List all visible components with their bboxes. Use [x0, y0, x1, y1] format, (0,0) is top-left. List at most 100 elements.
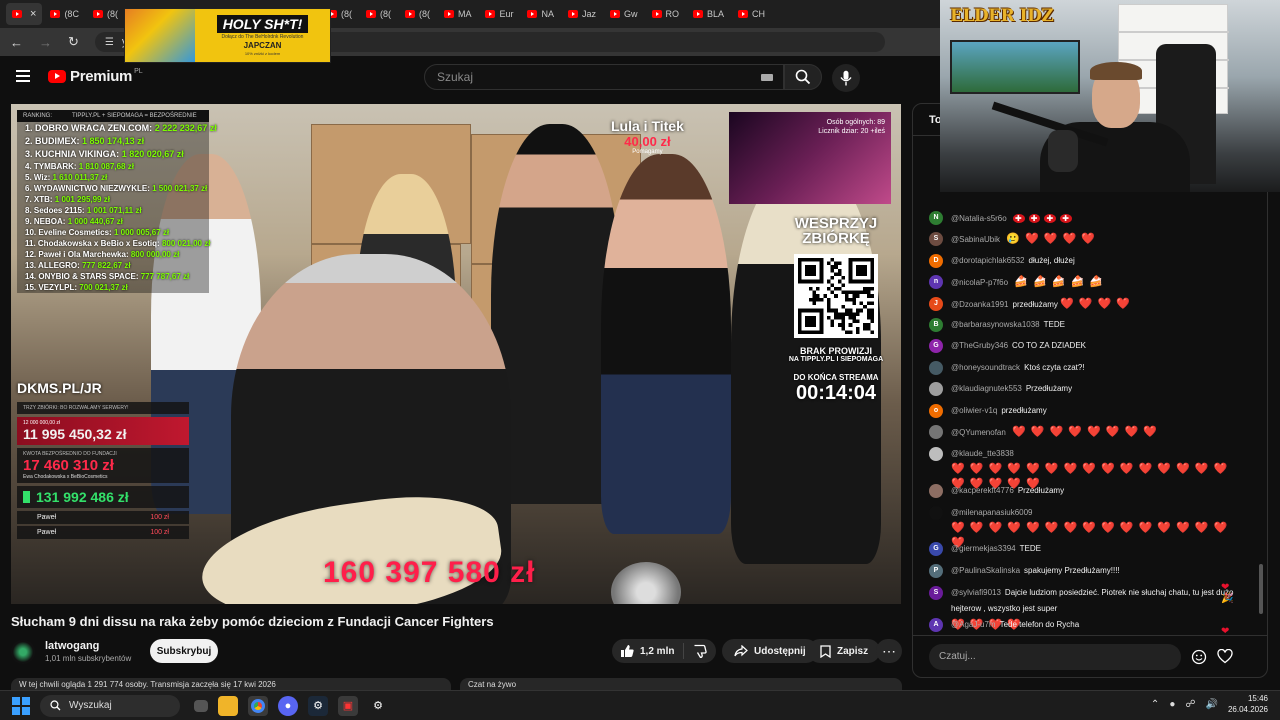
chat-avatar[interactable]: [929, 425, 943, 439]
browser-tab[interactable]: RO: [646, 3, 686, 25]
close-icon[interactable]: ×: [30, 8, 36, 20]
browser-tab[interactable]: NA: [521, 3, 560, 25]
keyboard-icon[interactable]: [761, 74, 773, 81]
search-input[interactable]: [437, 70, 737, 84]
chat-avatar[interactable]: G: [929, 542, 943, 556]
reload-icon[interactable]: ↻: [68, 34, 79, 50]
network-icon[interactable]: ☍: [1185, 699, 1195, 710]
site-info-icon[interactable]: ☰: [105, 37, 114, 48]
chat-author[interactable]: @Natalia-s5r6o: [951, 214, 1007, 223]
chat-author[interactable]: @klaude_tte3838: [951, 449, 1014, 458]
video-player[interactable]: RANKING: TIPPLY.PL + SIEPOMAGA = BEZPOŚR…: [11, 104, 901, 604]
chat-author[interactable]: @milenapanasiuk6009: [951, 508, 1033, 517]
file-explorer-icon[interactable]: [218, 695, 238, 716]
chat-avatar[interactable]: A: [929, 618, 943, 632]
chrome-icon[interactable]: [248, 695, 268, 716]
save-button[interactable]: Zapisz: [808, 639, 881, 663]
clock[interactable]: 15:46 26.04.2026: [1228, 693, 1268, 715]
chat-avatar-initial: S: [933, 589, 939, 596]
browser-tab[interactable]: MA: [438, 3, 478, 25]
chat-avatar[interactable]: [929, 382, 943, 396]
live-chat-tab[interactable]: Czat na żywo: [460, 678, 902, 690]
browser-tab[interactable]: (8(: [87, 3, 124, 25]
chat-author[interactable]: @kacperekft4776: [951, 486, 1014, 495]
steam-icon[interactable]: ⚙: [308, 695, 328, 716]
chat-avatar[interactable]: [929, 484, 943, 498]
browser-tab[interactable]: (8(: [399, 3, 436, 25]
taskbar-search[interactable]: Wyszukaj: [40, 694, 180, 717]
chat-author[interactable]: @klaudiagnutek553: [951, 384, 1022, 393]
donor-row: Paweł 100 zł: [17, 511, 189, 524]
subscribe-button[interactable]: Subskrybuj: [150, 639, 218, 663]
browser-tab[interactable]: Jaz: [562, 3, 602, 25]
browser-tab[interactable]: Eur: [479, 3, 519, 25]
system-tray: ⌃ ● ☍ 🔊 15:46 26.04.2026: [1151, 693, 1268, 715]
browser-tab[interactable]: BLA: [687, 3, 730, 25]
chat-input[interactable]: [929, 643, 1181, 670]
browser-tab[interactable]: Gw: [604, 3, 644, 25]
share-button[interactable]: Udostępnij: [722, 639, 818, 663]
chat-avatar[interactable]: G: [929, 339, 943, 353]
chat-scrollbar[interactable]: [1259, 564, 1263, 614]
ad-banner[interactable]: HOLY SH*T! Dołącz do The BeHolrdnk Revol…: [124, 8, 331, 63]
microphone-tray-icon[interactable]: ●: [1169, 699, 1175, 710]
menu-icon[interactable]: [16, 70, 30, 82]
chat-avatar[interactable]: n: [929, 275, 943, 289]
chat-avatar[interactable]: D: [929, 254, 943, 268]
heart-icon[interactable]: [1217, 649, 1233, 664]
chat-avatar[interactable]: B: [929, 318, 943, 332]
settings-icon[interactable]: ⚙: [368, 696, 388, 716]
chat-avatar[interactable]: P: [929, 564, 943, 578]
voice-search-button[interactable]: [832, 64, 860, 92]
browser-tab[interactable]: ×: [6, 3, 43, 25]
task-view-icon[interactable]: [194, 699, 208, 712]
chat-author[interactable]: @honeysoundtrack: [951, 363, 1020, 372]
discord-icon[interactable]: ●: [278, 695, 298, 716]
chat-author[interactable]: @SabinaUbik: [951, 235, 1000, 244]
chat-author[interactable]: @Dzoanka1991: [951, 300, 1009, 309]
chat-avatar-initial: G: [933, 342, 939, 349]
chat-author[interactable]: @AgaJ-u7m: [951, 620, 996, 629]
chat-author[interactable]: @giermekjas3394: [951, 544, 1016, 553]
search-button[interactable]: [784, 64, 822, 90]
emoji-icon[interactable]: [1191, 649, 1207, 665]
more-actions-button[interactable]: ⋯: [876, 639, 902, 663]
browser-tab[interactable]: (8C: [44, 3, 85, 25]
youtube-logo[interactable]: Premium PL: [48, 68, 143, 85]
ranking-amount: 1 850 174,13 zł: [82, 136, 145, 146]
chat-avatar[interactable]: N: [929, 211, 943, 225]
forward-icon[interactable]: →: [39, 35, 52, 50]
back-icon[interactable]: ←: [10, 35, 23, 50]
chat-author[interactable]: @dorotapichlak6532: [951, 256, 1025, 265]
channel-avatar[interactable]: [11, 640, 35, 664]
video-title: Słucham 9 dni dissu na raka żeby pomóc d…: [11, 614, 494, 629]
like-button[interactable]: 1,2 mln: [612, 643, 684, 659]
start-button[interactable]: [12, 696, 30, 715]
youtube-play-icon: [48, 70, 66, 83]
dislike-button[interactable]: [684, 644, 716, 658]
chevron-up-icon[interactable]: ⌃: [1151, 699, 1159, 710]
chat-avatar[interactable]: o: [929, 404, 943, 418]
chat-author[interactable]: @QYumenofan: [951, 428, 1006, 437]
channel-name[interactable]: latwogang: [45, 640, 99, 652]
chat-author[interactable]: @nicolaP-p7f6o: [951, 278, 1008, 287]
chat-avatar[interactable]: [929, 447, 943, 461]
volume-icon[interactable]: 🔊: [1206, 699, 1218, 710]
chat-avatar[interactable]: [929, 361, 943, 375]
chat-avatar[interactable]: S: [929, 232, 943, 246]
chat-author[interactable]: @oliwier-v1q: [951, 406, 997, 415]
chat-author[interactable]: @barbarasynowska1038: [951, 320, 1040, 329]
chat-avatar[interactable]: J: [929, 297, 943, 311]
chat-avatar[interactable]: [929, 506, 943, 520]
ranking-amount: 1 001 295,99 zł: [54, 195, 110, 204]
chat-message-body: @nicolaP-p7f6o 🍰 🍰 🍰 🍰 🍰: [951, 274, 1239, 291]
chat-author[interactable]: @TheGruby346: [951, 341, 1008, 350]
browser-tab[interactable]: (8(: [360, 3, 397, 25]
chat-avatar[interactable]: S: [929, 586, 943, 600]
terminal-icon[interactable]: ▣: [338, 695, 358, 716]
chat-author[interactable]: @sylviafi9013: [951, 588, 1001, 597]
ranking-row: 12. Paweł i Ola Marchewka: 800 000,00 zł: [17, 249, 209, 260]
chat-message-body: @QYumenofan ❤️ ❤️ ❤️ ❤️ ❤️ ❤️ ❤️ ❤️: [951, 424, 1239, 441]
browser-tab[interactable]: CH: [732, 3, 771, 25]
chat-author[interactable]: @PaulinaSkalinska: [951, 566, 1020, 575]
